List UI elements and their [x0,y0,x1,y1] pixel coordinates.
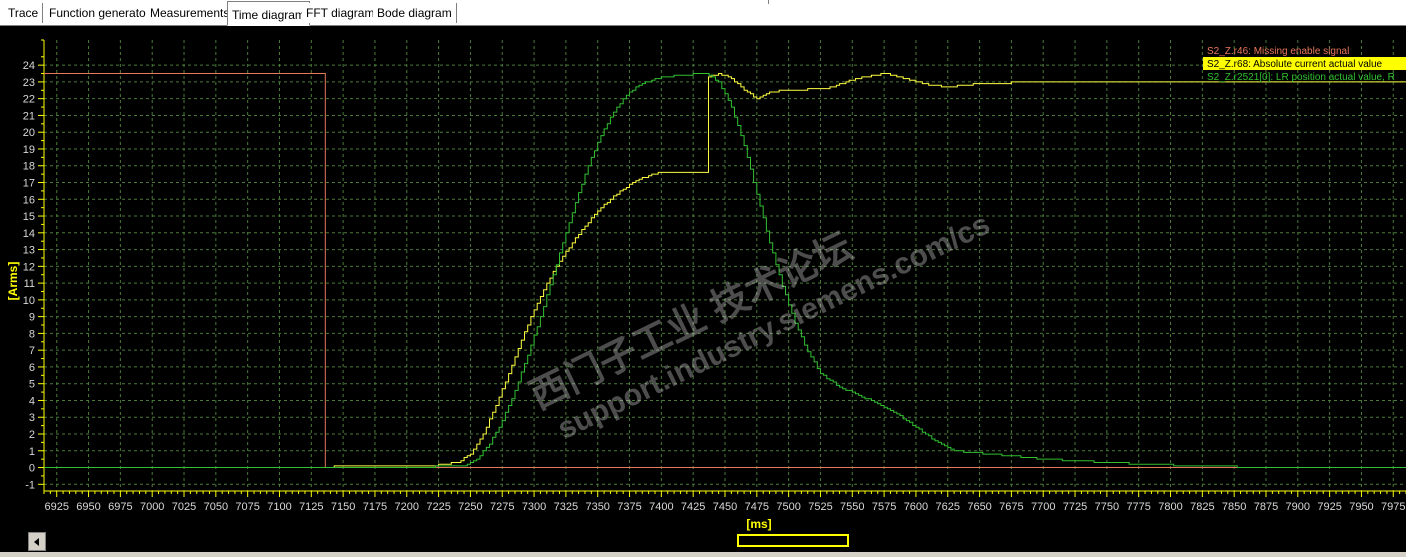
y-tick-label-25: 24 [23,60,35,72]
y-tick-label-9: 8 [29,328,35,340]
y-tick-label-14: 13 [23,245,35,257]
legend-entry-2: S2_Z.r2521[0]: LR position actual value,… [1207,72,1395,83]
watermark-line2: support.industry.siemens.com/cs [552,208,995,446]
time-diagram-panel: -1 0 1 2 3 4 5 6 7 8 9 10 11 12 13 14 15 16 17 18 19 20 21 22 23… [0,26,1406,532]
y-tick-label-1: 0 [29,463,35,475]
tab-bar: Trace Function generator Measurements Ti… [0,0,1406,26]
x-tick-label-2: 6975 [108,501,132,513]
x-tick-label-24: 7525 [808,501,832,513]
tab-measurements[interactable]: Measurements [146,3,235,23]
x-tick-label-17: 7350 [585,501,609,513]
y-tick-label-7: 6 [29,362,35,374]
y-axis-ticks: -101234567891011121314151617181920212223… [23,39,44,491]
x-tick-label-39: 7900 [1286,501,1310,513]
x-tick-label-5: 7050 [204,501,228,513]
x-tick-label-34: 7775 [1126,501,1150,513]
time-diagram-chart[interactable]: -101234567891011121314151617181920212223… [0,26,1406,532]
x-tick-label-37: 7850 [1222,501,1246,513]
y-tick-label-18: 17 [23,178,35,190]
bottom-strip [0,552,1406,557]
y-tick-label-15: 14 [23,228,35,240]
y-tick-label-19: 18 [23,161,35,173]
tab-function-generator[interactable]: Function generator [45,3,155,23]
x-tick-label-41: 7950 [1349,501,1373,513]
x-tick-label-31: 7700 [1031,501,1055,513]
x-tick-label-0: 6925 [44,501,68,513]
x-tick-label-18: 7375 [617,501,641,513]
x-axis-label: [ms] [746,517,771,531]
x-tick-label-12: 7225 [426,501,450,513]
legend: S2_Z.r46: Missing enable signal S2_Z.r68:… [1203,46,1406,83]
x-tick-label-21: 7450 [713,501,737,513]
x-axis-ticks: 6925 6950 6975 7000 7025 7050 7075 7100 7125 7150… [43,491,1406,513]
y-tick-label-21: 20 [23,127,35,139]
x-tick-label-35: 7800 [1158,501,1182,513]
x-tick-label-28: 7625 [936,501,960,513]
watermark: 西门子工业 技术论坛 support.industry.siemens.com/… [524,208,995,446]
y-tick-label-10: 9 [29,312,35,324]
x-tick-label-32: 7725 [1063,501,1087,513]
x-tick-label-30: 7675 [999,501,1023,513]
x-tick-label-1: 6950 [76,501,100,513]
y-axis-label: [Arms] [6,262,20,301]
y-tick-label-13: 12 [23,261,35,273]
y-tick-label-20: 19 [23,144,35,156]
y-tick-label-2: 1 [29,446,35,458]
x-tick-label-25: 7550 [840,501,864,513]
x-tick-label-20: 7425 [681,501,705,513]
x-tick-label-27: 7600 [904,501,928,513]
y-tick-label-24: 23 [23,77,35,89]
legend-entry-1: S2_Z.r68: Absolute current actual value [1207,59,1383,70]
tab-fft-diagram[interactable]: FFT diagram [302,3,380,23]
x-tick-label-3: 7000 [140,501,164,513]
x-tick-label-19: 7400 [649,501,673,513]
x-tick-label-29: 7650 [967,501,991,513]
tab-bode-diagram[interactable]: Bode diagram [373,3,457,23]
y-tick-label-0: -1 [25,479,35,491]
y-tick-label-6: 5 [29,379,35,391]
x-tick-label-14: 7275 [490,501,514,513]
x-tick-label-16: 7325 [554,501,578,513]
scroll-thumb[interactable] [737,534,849,547]
x-tick-label-40: 7925 [1317,501,1341,513]
y-tick-label-17: 16 [23,194,35,206]
x-tick-label-7: 7100 [267,501,291,513]
x-tick-label-15: 7300 [522,501,546,513]
x-tick-label-4: 7025 [172,501,196,513]
x-tick-label-42: 7975 [1381,501,1405,513]
x-tick-label-8: 7125 [299,501,323,513]
arrow-left-icon [34,538,39,546]
y-tick-label-4: 3 [29,412,35,424]
y-tick-label-16: 15 [23,211,35,223]
tab-trace[interactable]: Trace [4,3,44,23]
x-tick-label-13: 7250 [458,501,482,513]
grid-lines [44,40,1406,491]
x-tick-label-22: 7475 [745,501,769,513]
y-tick-label-12: 11 [24,278,35,290]
x-tick-label-9: 7150 [331,501,355,513]
x-tick-label-36: 7825 [1190,501,1214,513]
tab-time-diagram[interactable]: Time diagram [227,1,310,26]
y-tick-label-5: 4 [29,395,35,407]
x-tick-label-10: 7175 [363,501,387,513]
y-tick-label-11: 10 [23,295,35,307]
x-tick-label-33: 7750 [1095,501,1119,513]
horizontal-scrollbar[interactable] [0,532,1406,552]
y-tick-label-8: 7 [29,345,35,357]
x-tick-label-6: 7075 [235,501,259,513]
x-tick-label-26: 7575 [872,501,896,513]
scroll-left-button[interactable] [28,532,46,551]
x-tick-label-23: 7500 [776,501,800,513]
y-tick-label-3: 2 [29,429,35,441]
tab-separator [768,0,769,4]
x-tick-label-11: 7200 [395,501,419,513]
x-tick-label-38: 7875 [1254,501,1278,513]
legend-entry-0: S2_Z.r46: Missing enable signal [1207,46,1349,57]
y-tick-label-23: 22 [23,94,35,106]
y-tick-label-22: 21 [23,110,35,122]
